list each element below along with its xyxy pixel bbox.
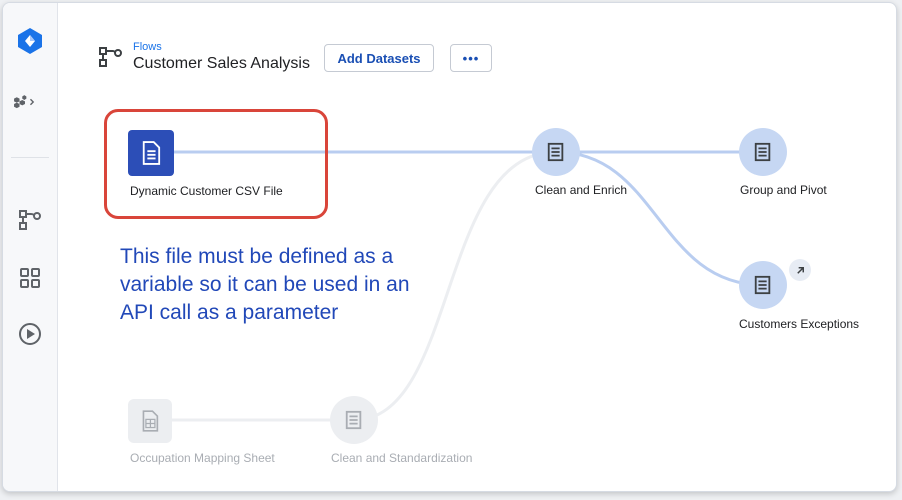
annotation-line: This file must be defined as a [120, 245, 394, 268]
node-dynamic-csv[interactable]: Dynamic Customer CSV File [128, 130, 283, 198]
node-label: Customers Exceptions [739, 317, 860, 331]
node-label: Clean and Standardization [331, 451, 473, 465]
recipe-icon [739, 261, 787, 309]
node-clean-enrich[interactable]: Clean and Enrich [532, 128, 627, 197]
annotation-line: API call as a parameter [120, 301, 339, 324]
node-label: Clean and Enrich [535, 183, 628, 197]
annotation-text: This file must be defined as a variable … [120, 243, 450, 327]
dataprep-logo-icon[interactable] [16, 27, 44, 55]
node-customer-exceptions[interactable]: Customers Exceptions [739, 261, 859, 331]
datasets-icon[interactable] [12, 89, 50, 115]
node-clean-standardization[interactable]: Clean and Standardization [330, 396, 472, 465]
node-group-pivot[interactable]: Group and Pivot [739, 128, 827, 197]
recipe-icon [532, 128, 580, 176]
external-link-icon[interactable] [789, 259, 811, 281]
apps-grid-icon[interactable] [17, 265, 43, 291]
flow-icon[interactable] [17, 207, 43, 233]
node-label: Occupation Mapping Sheet [130, 451, 275, 465]
recipe-icon [330, 396, 378, 444]
app-window: Flows Customer Sales Analysis Add Datase… [2, 2, 897, 492]
node-label: Group and Pivot [740, 183, 827, 197]
dataset-file-icon [128, 130, 174, 176]
node-occupation-sheet[interactable]: Occupation Mapping Sheet [128, 399, 275, 465]
sidebar-divider [11, 157, 49, 158]
jobs-play-icon[interactable] [17, 321, 43, 347]
sidebar [3, 3, 58, 491]
node-label: Dynamic Customer CSV File [130, 184, 283, 198]
recipe-icon [739, 128, 787, 176]
spreadsheet-icon [128, 399, 172, 443]
main-area: Flows Customer Sales Analysis Add Datase… [58, 3, 896, 491]
annotation-line: variable so it can be used in an [120, 273, 410, 296]
